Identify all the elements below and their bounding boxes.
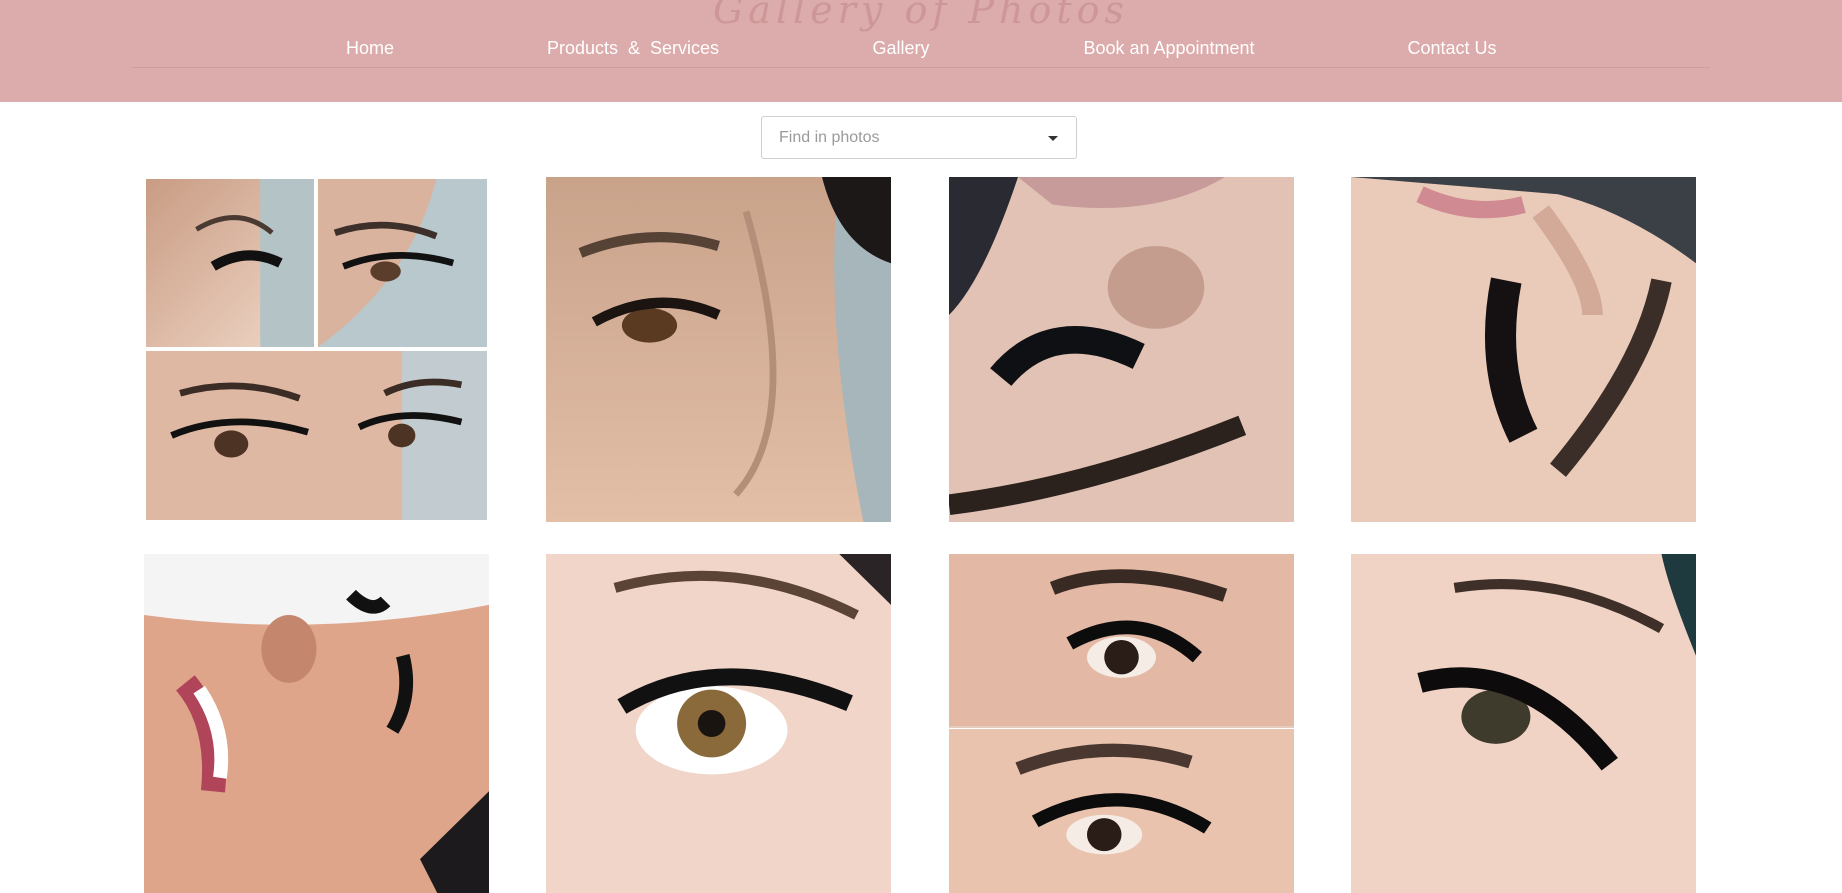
nav-home[interactable]: Home bbox=[346, 38, 394, 59]
gallery-photo[interactable] bbox=[949, 554, 1294, 893]
nav-gallery[interactable]: Gallery bbox=[872, 38, 929, 59]
gallery-photo[interactable] bbox=[144, 554, 489, 893]
main-nav: Home Products & Services Gallery Book an… bbox=[0, 38, 1842, 62]
gallery-photo[interactable] bbox=[546, 177, 891, 522]
nav-contact-us[interactable]: Contact Us bbox=[1407, 38, 1496, 59]
photo-eye-side-glance bbox=[1351, 554, 1696, 893]
gallery-photo[interactable] bbox=[546, 554, 891, 893]
gallery-title: Gallery of Photos bbox=[712, 0, 1130, 32]
gallery-photo[interactable] bbox=[949, 177, 1294, 522]
caret-down-icon bbox=[1048, 136, 1058, 141]
photo-collage-eye-2 bbox=[318, 179, 487, 347]
find-in-photos-select[interactable]: Find in photos bbox=[761, 116, 1077, 159]
find-in-photos-placeholder: Find in photos bbox=[779, 129, 880, 146]
site-header: Gallery of Photos Home Products & Servic… bbox=[0, 0, 1842, 102]
gallery-photo[interactable] bbox=[1351, 177, 1696, 522]
photo-eye-closed-side bbox=[1351, 177, 1696, 522]
photo-split-eye-bottom bbox=[949, 728, 1294, 893]
photo-eye-closeup bbox=[546, 554, 891, 893]
nav-divider bbox=[132, 67, 1710, 68]
photo-collage-eye-1 bbox=[146, 179, 314, 347]
photo-smiling-face bbox=[144, 554, 489, 893]
photo-eye-profile bbox=[546, 177, 891, 522]
gallery-photo[interactable] bbox=[1351, 554, 1696, 893]
nav-products-services[interactable]: Products & Services bbox=[547, 38, 719, 59]
gallery-photo[interactable] bbox=[146, 179, 487, 520]
photo-split-eye-top bbox=[949, 554, 1294, 726]
photo-collage-eyes-wide bbox=[146, 351, 487, 520]
photo-eye-closed-upside bbox=[949, 177, 1294, 522]
nav-book-appointment[interactable]: Book an Appointment bbox=[1083, 38, 1254, 59]
